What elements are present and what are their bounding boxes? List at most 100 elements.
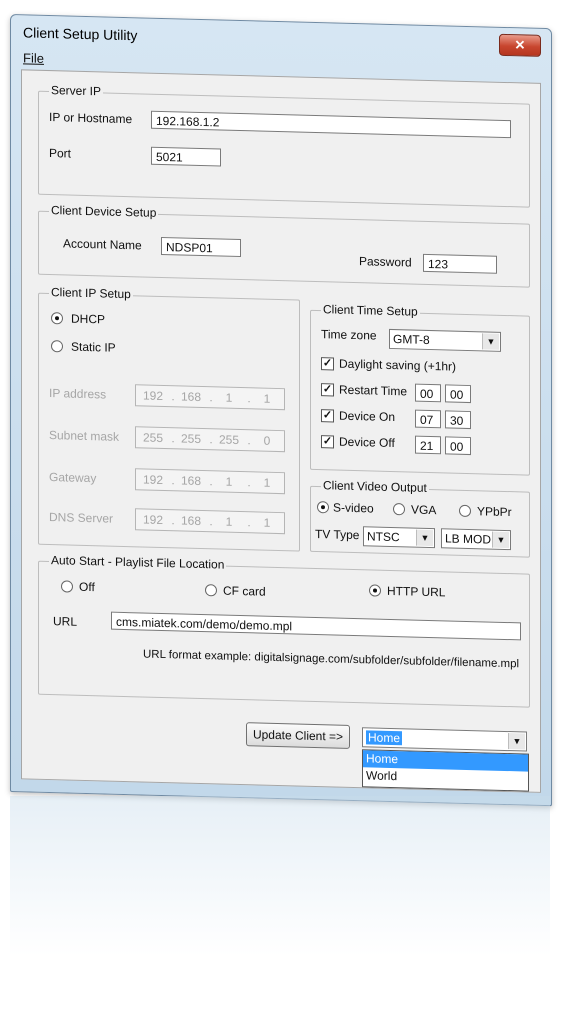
gateway-field: 192. 168. 1. 1 (135, 468, 285, 495)
form-body: Server IP IP or Hostname 192.168.1.2 Por… (21, 69, 541, 793)
cf-card-radio[interactable] (205, 584, 217, 597)
ip-octet: 168 (180, 389, 202, 405)
url-input[interactable]: cms.miatek.com/demo/demo.mpl (111, 611, 521, 641)
update-client-button[interactable]: Update Client => (246, 722, 350, 749)
video-output-legend: Client Video Output (321, 478, 429, 495)
time-setup-group: Client Time Setup Time zone GMT-8 ▼ ✓ Da… (310, 302, 530, 476)
ip-octet: 1 (225, 390, 233, 405)
chevron-down-icon: ▼ (482, 333, 499, 350)
restart-hour-input[interactable]: 00 (415, 383, 441, 403)
dhcp-label: DHCP (71, 311, 106, 327)
ip-address-field: 192. 168. 1. 1 (135, 384, 285, 411)
restart-time-label: Restart Time (339, 382, 408, 399)
dhcp-radio[interactable] (51, 312, 63, 325)
chevron-down-icon: ▼ (416, 529, 433, 547)
chevron-down-icon: ▼ (492, 531, 509, 549)
ip-octet: 192 (142, 388, 164, 404)
time-zone-label: Time zone (321, 327, 377, 343)
device-on-hour-input[interactable]: 07 (415, 409, 441, 429)
static-ip-radio[interactable] (51, 340, 63, 353)
device-on-label: Device On (339, 408, 396, 425)
tv-type-value: NTSC (367, 529, 400, 545)
svideo-radio[interactable] (317, 501, 329, 514)
ip-octet: 192 (142, 472, 164, 488)
lb-mode-select[interactable]: LB MODE ▼ (441, 528, 511, 551)
ip-octet: 1 (225, 474, 233, 489)
target-select[interactable]: Home ▼ (362, 727, 527, 752)
autostart-legend: Auto Start - Playlist File Location (49, 553, 227, 572)
password-input[interactable]: 123 (423, 253, 497, 274)
http-url-radio[interactable] (369, 584, 381, 597)
device-off-hour-input[interactable]: 21 (415, 435, 441, 455)
autostart-group: Auto Start - Playlist File Location Off … (38, 553, 530, 708)
time-setup-legend: Client Time Setup (321, 302, 420, 319)
ypbpr-radio[interactable] (459, 504, 471, 518)
port-label: Port (49, 146, 72, 161)
server-ip-legend: Server IP (49, 83, 104, 99)
svideo-label: S-video (333, 500, 374, 516)
ip-hostname-input[interactable]: 192.168.1.2 (151, 110, 511, 139)
password-label: Password (359, 254, 412, 270)
ip-octet: 1 (225, 514, 233, 529)
device-off-label: Device Off (339, 434, 395, 451)
dns-server-field: 192. 168. 1. 1 (135, 508, 285, 535)
http-url-label: HTTP URL (387, 583, 446, 600)
window-title: Client Setup Utility (23, 24, 138, 44)
url-format-example: URL format example: digitalsignage.com/s… (143, 648, 520, 671)
window-reflection (10, 796, 550, 996)
device-setup-group: Client Device Setup Account Name NDSP01 … (38, 203, 530, 288)
autostart-off-radio[interactable] (61, 580, 73, 593)
static-ip-label: Static IP (71, 339, 116, 355)
ip-octet: 192 (142, 512, 164, 528)
ip-octet: 0 (263, 433, 271, 448)
lb-mode-value: LB MODE (445, 531, 500, 547)
target-dropdown-list: Home World (362, 749, 529, 792)
device-off-minute-input[interactable]: 00 (445, 436, 471, 456)
gateway-label: Gateway (49, 470, 97, 486)
server-ip-group: Server IP IP or Hostname 192.168.1.2 Por… (38, 83, 530, 208)
ip-octet: 1 (263, 515, 271, 530)
ip-octet: 168 (180, 513, 202, 529)
cf-card-label: CF card (223, 583, 266, 599)
vga-label: VGA (411, 502, 437, 518)
port-input[interactable]: 5021 (151, 146, 221, 167)
ip-setup-legend: Client IP Setup (49, 285, 133, 302)
ypbpr-label: YPbPr (477, 504, 512, 520)
close-icon: ✕ (514, 37, 526, 53)
ip-octet: 255 (218, 432, 240, 447)
daylight-saving-checkbox[interactable]: ✓ (321, 357, 334, 371)
ip-octet: 255 (142, 430, 164, 446)
device-on-checkbox[interactable]: ✓ (321, 409, 334, 423)
device-off-checkbox[interactable]: ✓ (321, 435, 334, 449)
tv-type-select[interactable]: NTSC ▼ (363, 526, 435, 549)
restart-time-checkbox[interactable]: ✓ (321, 383, 334, 397)
time-zone-select[interactable]: GMT-8 ▼ (389, 328, 501, 352)
close-button[interactable]: ✕ (499, 33, 541, 57)
video-output-group: Client Video Output S-video VGA YPbPr TV… (310, 478, 530, 558)
autostart-off-label: Off (79, 579, 95, 595)
ip-octet: 1 (263, 475, 271, 490)
dropdown-option-world[interactable]: World (363, 767, 528, 788)
ip-hostname-label: IP or Hostname (49, 110, 133, 127)
dns-server-label: DNS Server (49, 510, 114, 526)
ip-setup-group: Client IP Setup DHCP Static IP IP addres… (38, 285, 300, 552)
account-name-label: Account Name (63, 236, 142, 253)
menu-file[interactable]: File (23, 50, 44, 66)
subnet-mask-field: 255. 255. 255. 0 (135, 426, 285, 453)
subnet-mask-label: Subnet mask (49, 428, 120, 444)
device-on-minute-input[interactable]: 30 (445, 410, 471, 430)
client-setup-window: Client Setup Utility ✕ File Server IP IP… (10, 14, 552, 807)
daylight-saving-label: Daylight saving (+1hr) (339, 356, 457, 374)
chevron-down-icon: ▼ (508, 733, 525, 750)
account-name-input[interactable]: NDSP01 (161, 236, 241, 258)
device-setup-legend: Client Device Setup (49, 203, 159, 220)
ip-octet: 168 (180, 473, 202, 489)
ip-address-label: IP address (49, 386, 107, 402)
url-label: URL (53, 614, 78, 629)
target-select-value: Home (366, 730, 403, 746)
tv-type-label: TV Type (315, 526, 360, 543)
restart-minute-input[interactable]: 00 (445, 384, 471, 404)
target-selected-text: Home (366, 730, 403, 746)
vga-radio[interactable] (393, 503, 405, 516)
time-zone-value: GMT-8 (393, 332, 430, 347)
